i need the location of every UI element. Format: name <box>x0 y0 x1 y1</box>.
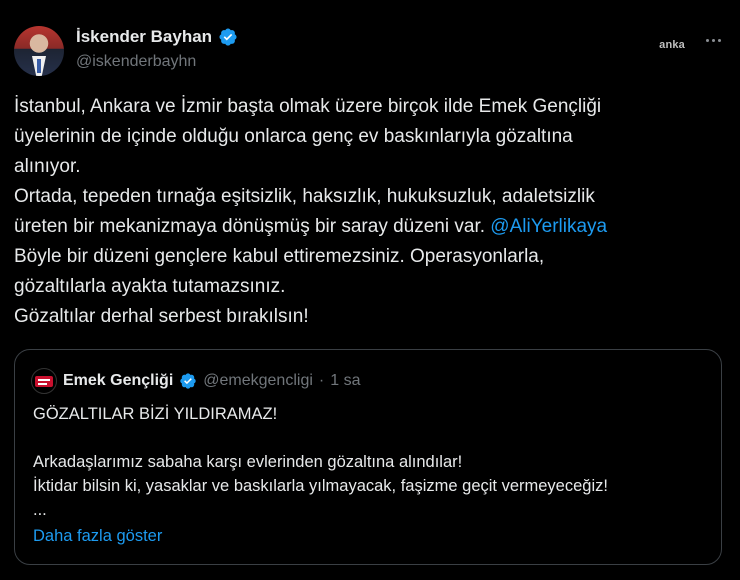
quoted-tweet-card[interactable]: Emek Gençliği @emekgencligi · 1 sa GÖZAL… <box>14 349 722 565</box>
author-name-row: İskender Bayhan <box>76 27 238 47</box>
mention-link[interactable]: @AliYerlikaya <box>490 216 607 237</box>
quoted-tweet-header: Emek Gençliği @emekgencligi · 1 sa <box>31 368 360 394</box>
author-avatar[interactable] <box>14 26 64 76</box>
tweet-line: Gözaltılar derhal serbest bırakılsın! <box>14 306 309 327</box>
watermark-logo: anka <box>659 39 685 51</box>
verified-badge-icon <box>219 28 237 46</box>
show-more-link[interactable]: Daha fazla göster <box>33 527 162 546</box>
tweet-text: İstanbul, Ankara ve İzmir başta olmak üz… <box>14 92 726 332</box>
quoted-line: İktidar bilsin ki, yasaklar ve baskılarl… <box>33 477 608 495</box>
quoted-author-avatar[interactable] <box>31 368 57 394</box>
tweet-line: üyelerinin de içinde olduğu onlarca genç… <box>14 126 573 147</box>
verified-badge-icon <box>180 373 196 389</box>
tweet-line: üreten bir mekanizmaya dönüşmüş bir sara… <box>14 216 486 237</box>
separator-dot: · <box>318 372 325 389</box>
tweet-header: İskender Bayhan @iskenderbayhn anka <box>14 22 726 78</box>
quoted-line: Arkadaşlarımız sabaha karşı evlerinden g… <box>33 453 463 471</box>
quoted-tweet-time[interactable]: 1 sa <box>330 372 360 390</box>
quoted-author-handle[interactable]: @emekgencligi <box>203 372 313 390</box>
more-options-icon[interactable] <box>700 32 726 48</box>
tweet-line: Ortada, tepeden tırnağa eşitsizlik, haks… <box>14 186 595 207</box>
author-handle[interactable]: @iskenderbayhn <box>76 53 196 71</box>
tweet-line: alınıyor. <box>14 156 81 177</box>
tweet-line: Böyle bir düzeni gençlere kabul ettireme… <box>14 246 545 267</box>
tweet-line-with-mention: üreten bir mekanizmaya dönüşmüş bir sara… <box>14 212 726 242</box>
tweet-line: İstanbul, Ankara ve İzmir başta olmak üz… <box>14 96 602 117</box>
author-display-name[interactable]: İskender Bayhan <box>76 27 212 47</box>
quoted-line: GÖZALTILAR BİZİ YILDIRAMAZ! <box>33 405 278 423</box>
quoted-line: ... <box>33 501 47 519</box>
quoted-tweet-text: GÖZALTILAR BİZİ YILDIRAMAZ! Arkadaşlarım… <box>33 402 713 522</box>
tweet-line: gözaltılarla ayakta tutamazsınız. <box>14 276 286 297</box>
quoted-author-name[interactable]: Emek Gençliği <box>63 372 173 390</box>
